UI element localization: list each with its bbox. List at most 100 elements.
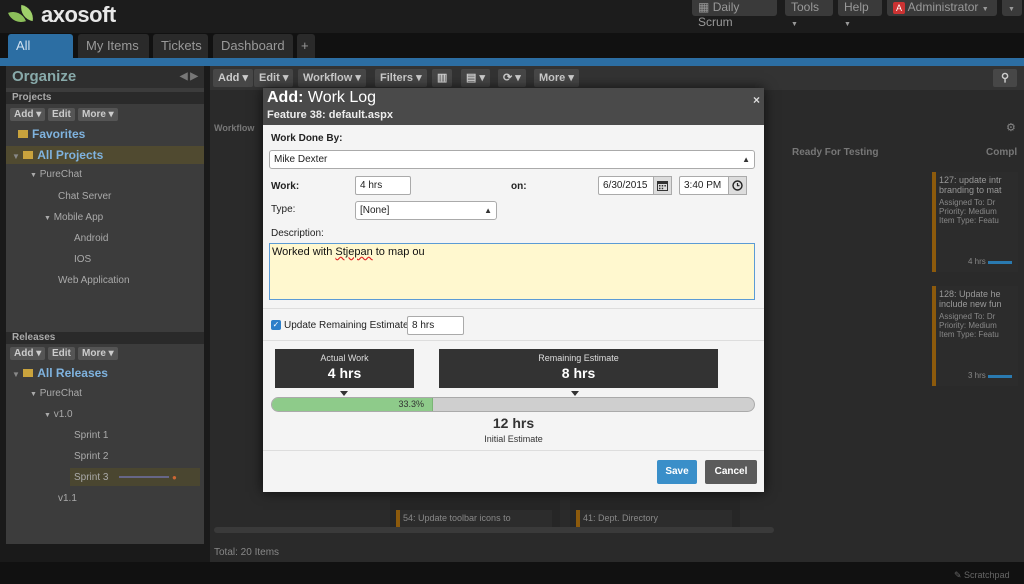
releases-add-button[interactable]: Add ▾ [10, 347, 46, 360]
add-label: Add [14, 348, 34, 359]
work-input[interactable]: 4 hrs [355, 176, 411, 195]
avatar: A [893, 2, 905, 14]
tab-bar: All Items My Items Tickets Dashboard + [0, 33, 1024, 77]
scratchpad-label: Scratchpad [964, 570, 1010, 580]
card-progress-bar [988, 375, 1013, 378]
filters-button[interactable]: Filters ▾ [375, 69, 427, 87]
scratchpad-button[interactable]: ✎ Scratchpad [954, 570, 1010, 581]
sidebar-item-release-purechat[interactable]: ▼ PureChat [30, 388, 82, 399]
workflow-button[interactable]: Workflow ▾ [298, 69, 366, 87]
card-title: 128: Update he [939, 289, 1001, 299]
add-label: Add [14, 109, 34, 120]
projects-edit-button[interactable]: Edit [48, 108, 75, 121]
divider [263, 450, 764, 451]
sidebar-item-all-releases[interactable]: ▼ All Releases [12, 366, 108, 380]
cancel-button[interactable]: Cancel [705, 460, 757, 484]
chart-icon[interactable]: ▥ [432, 69, 453, 87]
daily-scrum-button[interactable]: ▦ Daily Scrum [692, 0, 777, 29]
sidebar-item-android[interactable]: Android [74, 233, 108, 244]
update-remaining-checkbox[interactable]: ✓ [271, 320, 281, 330]
status-dot-icon: ● [172, 473, 177, 482]
divider [263, 308, 764, 309]
tab-dashboard[interactable]: Dashboard [213, 34, 293, 58]
release-purechat-label: PureChat [39, 388, 82, 399]
tools-label: Tools [791, 0, 820, 14]
edit-button[interactable]: Edit ▾ [254, 69, 294, 87]
workflow-label: Workflow [303, 72, 353, 84]
actual-work-value: 4 hrs [327, 365, 362, 381]
sidebar-item-ios[interactable]: IOS [74, 254, 91, 265]
help-menu[interactable]: Help ▼ [838, 0, 882, 28]
add-button[interactable]: Add ▾ [213, 69, 253, 87]
releases-header: Releases [6, 332, 204, 344]
tab-tickets[interactable]: Tickets [153, 34, 208, 58]
print-icon[interactable]: ▤ ▾ [461, 69, 490, 87]
sidebar-item-sprint-3[interactable]: Sprint 3 ● [74, 472, 177, 483]
favorites-label: Favorites [32, 127, 86, 141]
type-label: Type: [271, 204, 296, 215]
sidebar-item-v1-1[interactable]: v1.1 [58, 493, 77, 504]
actual-work-box: Actual Work 4 hrs [275, 349, 414, 388]
calendar-icon[interactable] [653, 176, 672, 195]
dialog-title-text: Work Log [307, 89, 377, 106]
projects-more-button[interactable]: More ▾ [78, 108, 118, 121]
sidebar-item-v1-0[interactable]: ▼ v1.0 [44, 409, 73, 420]
search-icon[interactable]: ⚲ [993, 69, 1017, 87]
sidebar-item-favorites[interactable]: Favorites [18, 127, 85, 141]
initial-estimate-label: Initial Estimate [484, 434, 543, 444]
refresh-icon[interactable]: ⟳ ▾ [498, 69, 526, 87]
update-remaining-label: Update Remaining Estimate [284, 320, 409, 331]
time-input[interactable]: 3:40 PM [679, 176, 731, 195]
more-button[interactable]: More ▾ [534, 69, 579, 87]
chevron-down-icon: ▼ [791, 21, 798, 28]
remaining-estimate-box: Remaining Estimate 8 hrs [439, 349, 718, 388]
total-items: Total: 20 Items [214, 547, 280, 558]
sidebar-item-chat-server[interactable]: Chat Server [58, 191, 111, 202]
more-label: More [82, 348, 106, 359]
horizontal-scrollbar[interactable] [214, 527, 774, 533]
description-textarea[interactable]: Worked with Stjepan to map ou [269, 243, 755, 300]
releases-edit-button[interactable]: Edit [48, 347, 75, 360]
dialog-body: Work Done By: Mike Dexter ▲ Work: 4 hrs … [263, 125, 764, 492]
date-input[interactable]: 6/30/2015 [598, 176, 657, 195]
chevron-down-icon: ▼ [981, 6, 989, 13]
close-icon[interactable]: × [753, 93, 760, 107]
sidebar-item-purechat[interactable]: ▼ PureChat [30, 169, 82, 180]
column-header-ready-for-testing: Ready For Testing [792, 147, 879, 158]
divider [263, 340, 764, 341]
work-done-by-select[interactable]: Mike Dexter ▲ [269, 150, 755, 169]
projects-add-button[interactable]: Add ▾ [10, 108, 46, 121]
logo: axosoft [8, 1, 116, 29]
main-toolbar: Add ▾ Edit ▾ Workflow ▾ Filters ▾ ▥ ▤ ▾ … [210, 66, 1024, 90]
clock-icon[interactable] [728, 176, 747, 195]
board-card[interactable]: 128: Update he include new fun Assigned … [932, 286, 1018, 386]
select-arrows-icon: ▲ [484, 206, 492, 215]
tools-menu[interactable]: Tools ▼ [785, 0, 833, 28]
dialog-title-prefix: Add: [267, 89, 304, 106]
actual-work-title: Actual Work [320, 353, 369, 363]
sprint-3-label: Sprint 3 [74, 472, 109, 483]
edit-label: Edit [259, 72, 280, 84]
tab-my-items[interactable]: My Items [78, 34, 149, 58]
card-title-cont: include new fun [939, 299, 1002, 309]
board-card[interactable]: 127: update intr branding to mat Assigne… [932, 172, 1018, 272]
settings-gear-icon[interactable]: ⚙ [1006, 121, 1016, 134]
save-button[interactable]: Save [657, 460, 697, 484]
collapse-icon[interactable]: ◀ ▶ [180, 66, 198, 88]
releases-more-button[interactable]: More ▾ [78, 347, 118, 360]
sidebar-item-web-application[interactable]: Web Application [58, 275, 130, 286]
card-hours-text: 3 hrs [968, 371, 986, 380]
description-text-end: to map ou [372, 246, 425, 258]
user-menu[interactable]: A Administrator ▼ [887, 0, 997, 16]
card-hours: 3 hrs [968, 371, 1013, 380]
sidebar-item-sprint-1[interactable]: Sprint 1 [74, 430, 108, 441]
sidebar-item-sprint-2[interactable]: Sprint 2 [74, 451, 108, 462]
sidebar-item-all-projects[interactable]: ▼ All Projects [12, 148, 103, 162]
tab-all-items[interactable]: All Items [8, 34, 73, 77]
type-select[interactable]: [None] ▲ [355, 201, 497, 220]
add-tab-button[interactable]: + [297, 34, 315, 58]
remaining-estimate-input[interactable]: 8 hrs [407, 316, 464, 335]
more-menu[interactable]: ▼ [1002, 0, 1022, 16]
sidebar-title-text: Organize [12, 68, 77, 85]
sidebar-item-mobile-app[interactable]: ▼ Mobile App [44, 212, 103, 223]
